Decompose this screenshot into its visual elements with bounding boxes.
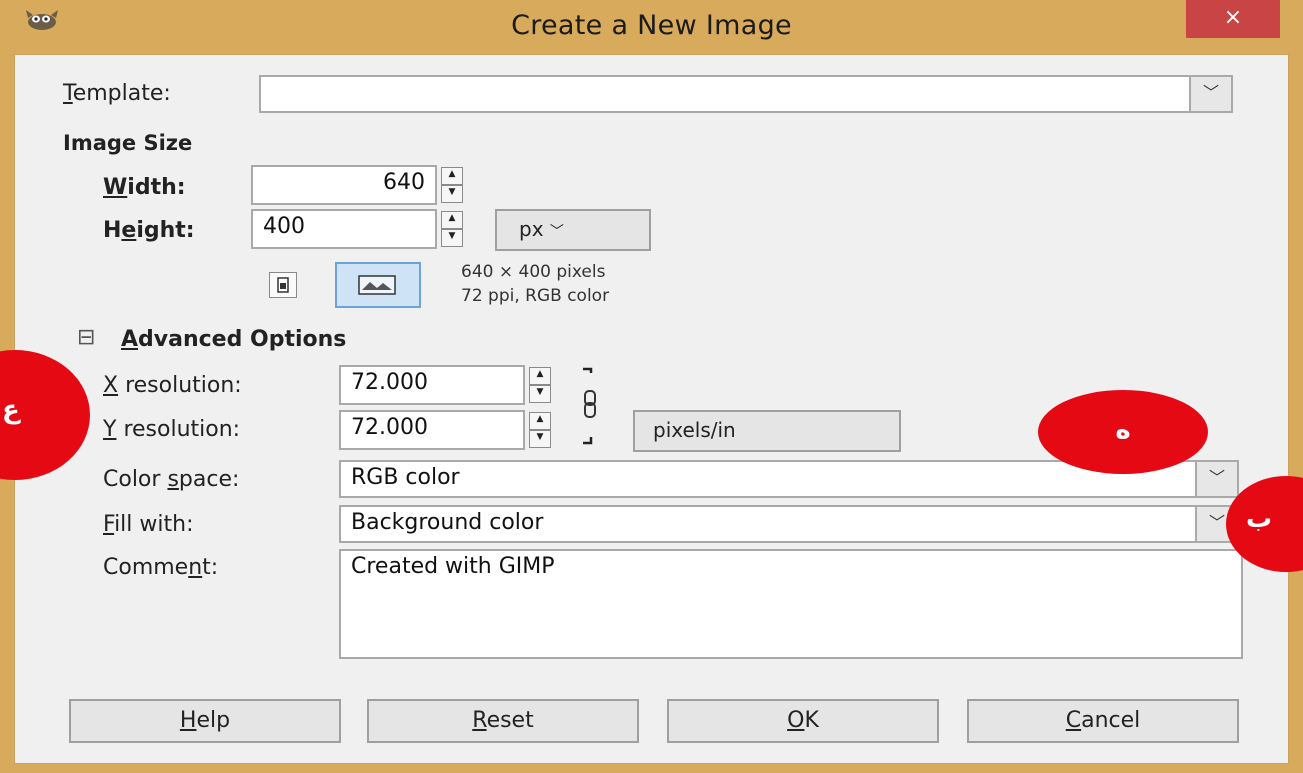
chevron-down-icon: ﹀ bbox=[1208, 513, 1225, 532]
x-resolution-spinner[interactable]: ▲ ▼ bbox=[529, 367, 551, 403]
y-resolution-spinner[interactable]: ▲ ▼ bbox=[529, 412, 551, 448]
cancel-button[interactable]: Cancel bbox=[967, 699, 1239, 743]
y-resolution-decrement-button[interactable]: ▼ bbox=[529, 430, 551, 448]
x-resolution-decrement-button[interactable]: ▼ bbox=[529, 385, 551, 403]
width-increment-button[interactable]: ▲ bbox=[441, 167, 463, 185]
advanced-options-toggle[interactable]: Advanced Options bbox=[121, 327, 346, 352]
height-input[interactable]: 400 bbox=[251, 209, 437, 249]
width-label: Width: bbox=[103, 175, 186, 200]
chain-link-icon[interactable] bbox=[579, 367, 601, 447]
ok-button[interactable]: OK bbox=[667, 699, 939, 743]
reset-button[interactable]: Reset bbox=[367, 699, 639, 743]
x-resolution-input[interactable]: 72.000 bbox=[339, 365, 525, 405]
width-input[interactable]: 640 bbox=[251, 165, 437, 205]
fill-with-label: Fill with: bbox=[103, 512, 194, 537]
color-space-label: Color space: bbox=[103, 467, 240, 492]
template-label: Template: bbox=[63, 81, 171, 106]
color-space-combo[interactable]: RGB color bbox=[339, 460, 1197, 498]
annotation-marker-middle: ە bbox=[1038, 390, 1208, 474]
y-resolution-input[interactable]: 72.000 bbox=[339, 410, 525, 450]
height-label: Height: bbox=[103, 218, 195, 243]
help-button[interactable]: Help bbox=[69, 699, 341, 743]
close-button[interactable]: × bbox=[1186, 0, 1280, 38]
image-info-line1: 640 × 400 pixels bbox=[461, 262, 606, 282]
height-decrement-button[interactable]: ▼ bbox=[441, 229, 463, 247]
dialog-window: Create a New Image × Template: ﹀ Image S… bbox=[0, 0, 1303, 773]
color-space-dropdown-button[interactable]: ﹀ bbox=[1195, 460, 1239, 498]
chevron-down-icon: ﹀ bbox=[1202, 83, 1219, 102]
y-resolution-label: Y resolution: bbox=[103, 417, 241, 442]
chevron-down-icon: ﹀ bbox=[549, 224, 564, 240]
y-resolution-increment-button[interactable]: ▲ bbox=[529, 412, 551, 430]
resolution-unit-dropdown[interactable]: pixels/in bbox=[633, 410, 901, 452]
template-dropdown-button[interactable]: ﹀ bbox=[1189, 75, 1233, 113]
image-info-line2: 72 ppi, RGB color bbox=[461, 286, 610, 306]
comment-label: Comment: bbox=[103, 555, 219, 580]
height-increment-button[interactable]: ▲ bbox=[441, 211, 463, 229]
close-icon: × bbox=[1223, 5, 1243, 30]
height-spinner[interactable]: ▲ ▼ bbox=[441, 211, 463, 247]
portrait-icon[interactable] bbox=[269, 272, 297, 298]
landscape-icon[interactable] bbox=[335, 262, 421, 308]
window-title: Create a New Image bbox=[511, 10, 792, 41]
width-spinner[interactable]: ▲ ▼ bbox=[441, 167, 463, 203]
x-resolution-increment-button[interactable]: ▲ bbox=[529, 367, 551, 385]
chevron-down-icon: ﹀ bbox=[1208, 468, 1225, 487]
image-size-heading: Image Size bbox=[63, 131, 193, 155]
fill-with-combo[interactable]: Background color bbox=[339, 505, 1197, 543]
width-decrement-button[interactable]: ▼ bbox=[441, 185, 463, 203]
x-resolution-label: X resolution: bbox=[103, 373, 242, 398]
comment-textarea[interactable]: Created with GIMP bbox=[339, 549, 1243, 659]
title-bar: Create a New Image × bbox=[0, 0, 1303, 54]
size-unit-dropdown[interactable]: px ﹀ bbox=[495, 209, 651, 251]
template-combo-input[interactable] bbox=[259, 75, 1191, 113]
expander-collapse-icon[interactable]: ⊟ bbox=[77, 325, 95, 350]
